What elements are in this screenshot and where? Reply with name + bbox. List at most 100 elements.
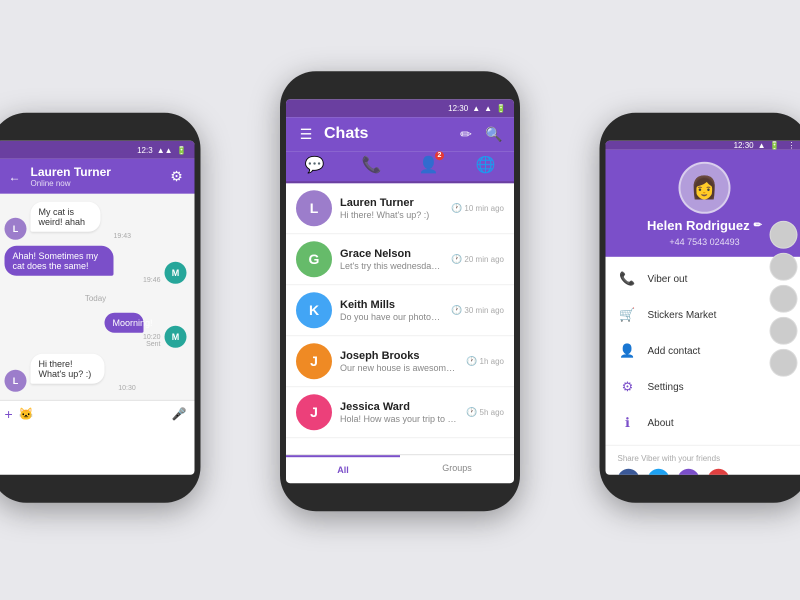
share-section: Share Viber with your friends f t v ✉ xyxy=(606,445,800,475)
chat-preview: Our new house is awesome! You should com… xyxy=(340,363,458,373)
msg-bubble-in2: Hi there! What's up? :) 10:30 xyxy=(31,354,136,392)
chat-item[interactable]: G Grace Nelson Let's try this wednesday.… xyxy=(286,234,514,285)
right-menu-dots[interactable]: ⋮ xyxy=(788,141,796,150)
left-status-time: 12:3 xyxy=(137,145,153,154)
conv-input-bar: + 🐱 🎤 xyxy=(0,400,195,427)
avatar: L xyxy=(296,190,332,226)
chat-item[interactable]: J Joseph Brooks Our new house is awesome… xyxy=(286,336,514,387)
share-email[interactable]: ✉ xyxy=(708,469,730,475)
chat-time: 🕐 20 min ago xyxy=(451,254,504,265)
menu-label: Stickers Market xyxy=(648,309,717,320)
chat-list: L Lauren Turner Hi there! What's up? :) … xyxy=(286,183,514,454)
tab-calls[interactable]: 📞 xyxy=(362,155,382,175)
scene: 12:3 ▲▲ 🔋 ← Lauren Turner Online now ⚙ L xyxy=(10,10,790,590)
avatar: J xyxy=(296,343,332,379)
chat-info: Lauren Turner Hi there! What's up? :) xyxy=(340,197,443,220)
add-icon[interactable]: + xyxy=(5,406,13,422)
chat-info: Grace Nelson Let's try this wednesday...… xyxy=(340,248,443,271)
msg-bubble-in: My cat is weird! ahah 19:43 xyxy=(31,202,132,240)
tabs-row: 💬 📞 👤2 🌐 xyxy=(286,151,514,183)
menu-label: Viber out xyxy=(648,273,688,284)
chat-item[interactable]: L Lauren Turner Hi there! What's up? :) … xyxy=(286,183,514,234)
side-avatar xyxy=(770,349,798,377)
tab-chats[interactable]: 💬 xyxy=(305,155,325,175)
date-divider: Today xyxy=(5,294,187,303)
center-status-time: 12:30 xyxy=(448,104,468,113)
contacts-badge: 2 xyxy=(435,151,445,160)
right-status-time: 12:30 xyxy=(734,141,754,150)
conv-body: L My cat is weird! ahah 19:43 Ahah! Some… xyxy=(0,194,195,400)
share-icons: f t v ✉ xyxy=(618,469,792,475)
avatar: J xyxy=(296,394,332,430)
chat-item[interactable]: J Jessica Ward Hola! How was your trip t… xyxy=(286,387,514,438)
msg-row: Moorning! 10:20 Sent M xyxy=(5,313,187,348)
avatar: M xyxy=(165,326,187,348)
settings-icon[interactable]: ⚙ xyxy=(167,168,187,185)
chat-time: 🕐 30 min ago xyxy=(451,305,504,316)
msg-bubble-out: Ahah! Sometimes my cat does the same! 19… xyxy=(5,246,161,284)
msg-row: L My cat is weird! ahah 19:43 xyxy=(5,202,187,240)
side-avatar xyxy=(770,253,798,281)
share-twitter[interactable]: t xyxy=(648,469,670,475)
left-battery-icon: 🔋 xyxy=(177,145,187,154)
search-icon[interactable]: 🔍 xyxy=(484,126,504,143)
profile-name: Helen Rodriguez ✏ xyxy=(647,218,762,233)
right-signal-icon: ▲ xyxy=(758,141,766,150)
tab-groups[interactable]: Groups xyxy=(400,455,514,483)
chat-preview: Let's try this wednesday... Is that alri… xyxy=(340,261,443,271)
chat-time: 🕐 10 min ago xyxy=(451,203,504,214)
center-phone: 12:30 ▲ ▲ 🔋 ☰ Chats ✏ 🔍 💬 📞 👤2 🌐 xyxy=(280,71,520,511)
left-status-bar: 12:3 ▲▲ 🔋 xyxy=(0,141,195,159)
chat-name: Jessica Ward xyxy=(340,401,458,413)
menu-label: Settings xyxy=(648,381,684,392)
left-signal-icon: ▲▲ xyxy=(157,145,173,154)
chat-info: Joseph Brooks Our new house is awesome! … xyxy=(340,350,458,373)
sticker-icon[interactable]: 🐱 xyxy=(19,407,34,421)
right-battery-icon: 🔋 xyxy=(770,141,780,150)
edit-icon[interactable]: ✏ xyxy=(456,126,476,143)
back-icon[interactable]: ← xyxy=(5,169,25,183)
side-avatar xyxy=(770,317,798,345)
side-avatar xyxy=(770,285,798,313)
about-icon: ℹ xyxy=(618,413,638,433)
header-title: Chats xyxy=(324,125,448,143)
msg-row: Ahah! Sometimes my cat does the same! 19… xyxy=(5,246,187,284)
app-header: ☰ Chats ✏ 🔍 xyxy=(286,117,514,151)
tab-more[interactable]: 🌐 xyxy=(476,155,496,175)
chat-info: Keith Mills Do you have our photos from … xyxy=(340,299,443,322)
share-viber[interactable]: v xyxy=(678,469,700,475)
conv-contact-status: Online now xyxy=(31,179,161,188)
tab-all[interactable]: All xyxy=(286,455,400,483)
edit-profile-icon[interactable]: ✏ xyxy=(754,220,762,231)
menu-icon[interactable]: ☰ xyxy=(296,126,316,143)
msg-bubble-out2: Moorning! 10:20 Sent xyxy=(104,313,160,348)
center-signal-icon: ▲ xyxy=(472,104,480,113)
menu-item-about[interactable]: ℹ About xyxy=(606,405,800,441)
avatar: M xyxy=(165,262,187,284)
conv-contact-name: Lauren Turner xyxy=(31,165,161,179)
avatar: K xyxy=(296,292,332,328)
side-avatar xyxy=(770,221,798,249)
chat-preview: Hi there! What's up? :) xyxy=(340,210,443,220)
mic-icon[interactable]: 🎤 xyxy=(172,407,187,421)
left-phone: 12:3 ▲▲ 🔋 ← Lauren Turner Online now ⚙ L xyxy=(0,113,201,503)
chat-item[interactable]: K Keith Mills Do you have our photos fro… xyxy=(286,285,514,336)
tab-contacts[interactable]: 👤2 xyxy=(419,155,439,175)
chat-name: Lauren Turner xyxy=(340,197,443,209)
stickers-icon: 🛒 xyxy=(618,305,638,325)
conv-header: ← Lauren Turner Online now ⚙ xyxy=(0,159,195,194)
share-facebook[interactable]: f xyxy=(618,469,640,475)
bottom-tabs: All Groups xyxy=(286,454,514,483)
viber-out-icon: 📞 xyxy=(618,269,638,289)
menu-label: About xyxy=(648,417,674,428)
chat-time: 🕐 5h ago xyxy=(466,407,504,418)
right-status-bar: 12:30 ▲ 🔋 ⋮ xyxy=(606,141,800,150)
left-phone-screen: 12:3 ▲▲ 🔋 ← Lauren Turner Online now ⚙ L xyxy=(0,141,195,475)
chat-preview: Do you have our photos from the nye? xyxy=(340,312,443,322)
center-phone-screen: 12:30 ▲ ▲ 🔋 ☰ Chats ✏ 🔍 💬 📞 👤2 🌐 xyxy=(286,99,514,483)
profile-avatar: 👩 xyxy=(679,162,731,214)
chat-preview: Hola! How was your trip to Dominican Rep… xyxy=(340,414,458,424)
side-avatars xyxy=(770,221,798,377)
profile-phone: +44 7543 024493 xyxy=(669,237,739,247)
msg-row: L Hi there! What's up? :) 10:30 xyxy=(5,354,187,392)
